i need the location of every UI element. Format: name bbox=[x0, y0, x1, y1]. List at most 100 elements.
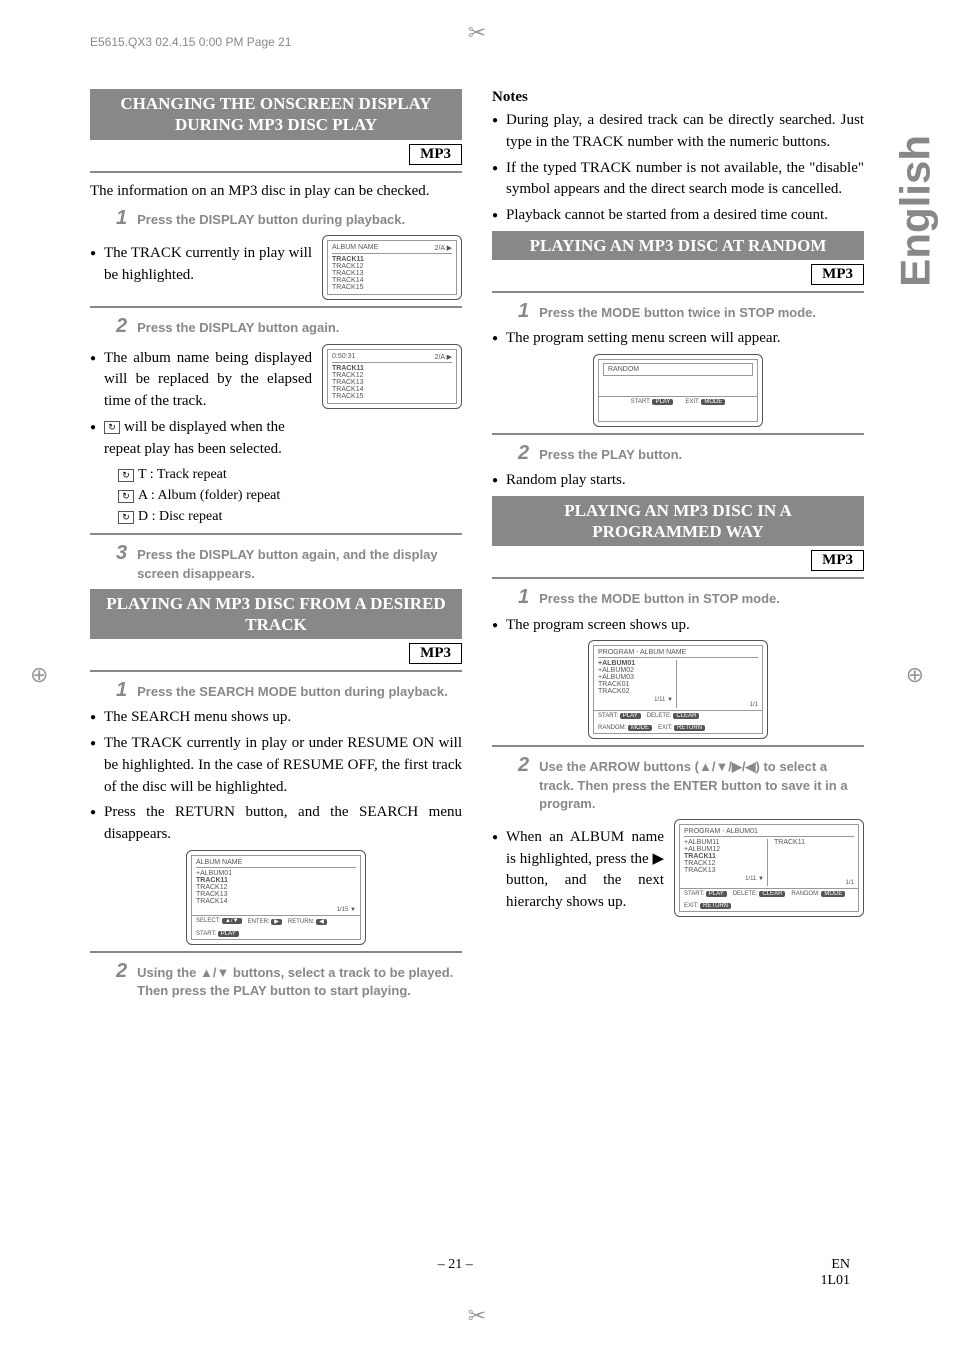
counter: 1/11 ▼ bbox=[654, 697, 673, 703]
bullet-text: The program setting menu screen will app… bbox=[492, 328, 864, 350]
track-line: TRACK14 bbox=[332, 386, 452, 393]
registration-mark-left: ⊕ bbox=[30, 662, 48, 688]
list-line: +ALBUM03 bbox=[598, 674, 673, 681]
bullet-text: The album name being displayed will be r… bbox=[90, 348, 312, 413]
bullet-fragment: will be displayed when the bbox=[124, 419, 285, 435]
list-line: +ALBUM12 bbox=[684, 846, 764, 853]
divider bbox=[90, 171, 462, 173]
list-line: +ALBUM01 bbox=[196, 870, 356, 877]
screen-indicator: 2/A ▶ bbox=[435, 244, 452, 252]
list-line: +ALBUM02 bbox=[598, 667, 673, 674]
divider bbox=[90, 306, 462, 308]
step-2: 2 Press the PLAY button. bbox=[492, 443, 864, 464]
section-heading-onscreen-display: CHANGING THE ONSCREEN DISPLAY DURING MP3… bbox=[90, 89, 462, 140]
step-3: 3 Press the DISPLAY button again, and th… bbox=[90, 543, 462, 582]
bullet-text: The TRACK currently in play or under RES… bbox=[90, 733, 462, 798]
random-menu-screen: RANDOM START: PLAY EXIT: MODE bbox=[593, 354, 763, 427]
step-2: 2 Press the DISPLAY button again. bbox=[90, 316, 462, 337]
repeat-option-album: ↻A : Album (folder) repeat bbox=[118, 485, 312, 506]
screen-title: ALBUM NAME bbox=[332, 244, 378, 252]
list-line: TRACK12 bbox=[684, 860, 764, 867]
screen-title: PROGRAM - ALBUM01 bbox=[684, 828, 758, 835]
notes-heading: Notes bbox=[492, 89, 864, 106]
repeat-option-disc: ↻D : Disc repeat bbox=[118, 506, 312, 527]
track-line: TRACK15 bbox=[332, 284, 452, 291]
mp3-badge: MP3 bbox=[409, 643, 462, 664]
step-number: 2 bbox=[518, 755, 529, 813]
mp3-badge: MP3 bbox=[409, 144, 462, 165]
program-hierarchy-screen: PROGRAM - ALBUM01 +ALBUM11 +ALBUM12 TRAC… bbox=[674, 819, 864, 917]
section-heading-desired-track: PLAYING AN MP3 DISC FROM A DESIRED TRACK bbox=[90, 589, 462, 640]
note-text: If the typed TRACK number is not availab… bbox=[492, 158, 864, 202]
step-number: 1 bbox=[518, 587, 529, 608]
step-text: Press the DISPLAY button again, and the … bbox=[137, 543, 462, 582]
screen-title: PROGRAM - ALBUM NAME bbox=[598, 649, 686, 656]
counter: 1/15 ▼ bbox=[337, 907, 356, 913]
repeat-icon: ↻ bbox=[118, 490, 134, 503]
list-line: TRACK13 bbox=[196, 891, 356, 898]
footer-code-1l01: 1L01 bbox=[820, 1273, 850, 1288]
step-number: 2 bbox=[116, 316, 127, 337]
screen-indicator: 2/A ▶ bbox=[435, 353, 452, 361]
step-text: Press the PLAY button. bbox=[539, 443, 864, 464]
divider bbox=[90, 670, 462, 672]
list-line: TRACK11 bbox=[774, 839, 854, 846]
list-line: TRACK02 bbox=[598, 688, 673, 695]
step-number: 2 bbox=[116, 961, 127, 1000]
footer-code-en: EN bbox=[831, 1257, 850, 1272]
repeat-option-track: ↻T : Track repeat bbox=[118, 464, 312, 485]
step-1: 1 Press the SEARCH MODE button during pl… bbox=[90, 680, 462, 701]
list-line: TRACK12 bbox=[196, 884, 356, 891]
section-heading-programmed: PLAYING AN MP3 DISC IN A PROGRAMMED WAY bbox=[492, 496, 864, 547]
list-line: TRACK11 bbox=[196, 877, 228, 884]
divider bbox=[492, 291, 864, 293]
repeat-icon: ↻ bbox=[104, 421, 120, 434]
step-text: Press the MODE button twice in STOP mode… bbox=[539, 301, 864, 322]
language-tab: English bbox=[892, 135, 940, 287]
step-number: 1 bbox=[116, 680, 127, 701]
screen-title: RANDOM bbox=[608, 366, 639, 373]
step-number: 1 bbox=[116, 208, 127, 229]
search-menu-screen: ALBUM NAME +ALBUM01 TRACK11 TRACK12 TRAC… bbox=[186, 850, 366, 945]
list-line: TRACK01 bbox=[598, 681, 673, 688]
divider bbox=[90, 951, 462, 953]
track-line: TRACK14 bbox=[332, 277, 452, 284]
repeat-icon: ↻ bbox=[118, 469, 134, 482]
step-number: 1 bbox=[518, 301, 529, 322]
divider bbox=[492, 433, 864, 435]
bullet-text: When an ALBUM name is highlighted, press… bbox=[492, 827, 664, 914]
step-text: Use the ARROW buttons (▲/▼/▶/◀) to selec… bbox=[539, 755, 864, 813]
divider bbox=[90, 533, 462, 535]
bullet-fragment: repeat play has been selected. bbox=[104, 439, 312, 461]
note-text: During play, a desired track can be dire… bbox=[492, 110, 864, 154]
counter: 1/1 bbox=[750, 702, 758, 708]
step-1: 1 Press the DISPLAY button during playba… bbox=[90, 208, 462, 229]
crop-mark-bottom: ✂ bbox=[468, 1303, 486, 1329]
mp3-badge: MP3 bbox=[811, 550, 864, 571]
mp3-badge: MP3 bbox=[811, 264, 864, 285]
bullet-text: Press the RETURN button, and the SEARCH … bbox=[90, 802, 462, 846]
repeat-icon: ↻ bbox=[118, 511, 134, 524]
registration-mark-right: ⊕ bbox=[906, 662, 924, 688]
screen-title: ALBUM NAME bbox=[196, 859, 242, 866]
crop-mark-top: ✂ bbox=[468, 20, 486, 46]
bullet-text: The SEARCH menu shows up. bbox=[90, 707, 462, 729]
counter: 1/1 bbox=[846, 880, 854, 886]
step-text: Press the DISPLAY button again. bbox=[137, 316, 462, 337]
list-line: +ALBUM01 bbox=[598, 660, 635, 667]
divider bbox=[492, 745, 864, 747]
track-line: TRACK12 bbox=[332, 372, 452, 379]
list-line: TRACK13 bbox=[684, 867, 764, 874]
osd-screen-album: ALBUM NAME 2/A ▶ TRACK11 TRACK12 TRACK13… bbox=[322, 235, 462, 300]
step-1: 1 Press the MODE button twice in STOP mo… bbox=[492, 301, 864, 322]
page-number: – 21 – bbox=[438, 1257, 473, 1289]
step-text: Press the DISPLAY button during playback… bbox=[137, 208, 462, 229]
divider bbox=[492, 577, 864, 579]
list-line: +ALBUM11 bbox=[684, 839, 764, 846]
bullet-text: ↻ will be displayed when the repeat play … bbox=[90, 417, 312, 461]
screen-title: 0:50:31 bbox=[332, 353, 355, 361]
track-line: TRACK13 bbox=[332, 379, 452, 386]
step-2: 2 Use the ARROW buttons (▲/▼/▶/◀) to sel… bbox=[492, 755, 864, 813]
program-menu-screen: PROGRAM - ALBUM NAME +ALBUM01 +ALBUM02 +… bbox=[588, 640, 768, 739]
counter: 1/11 ▼ bbox=[745, 876, 764, 882]
